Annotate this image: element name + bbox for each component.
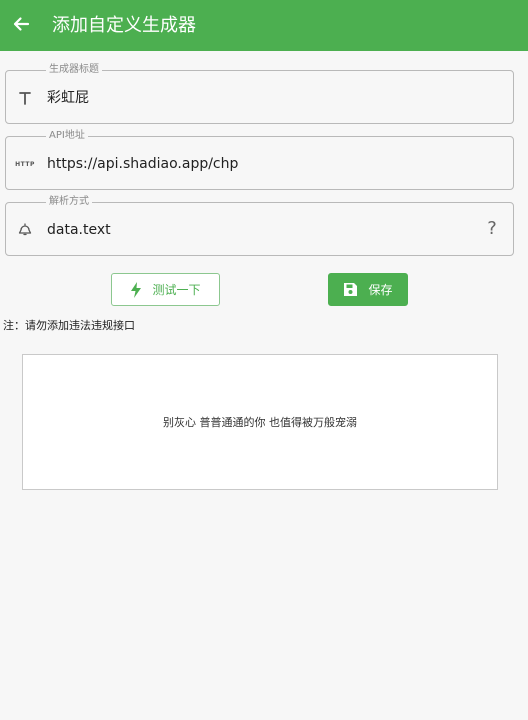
generator-title-input[interactable] — [47, 89, 467, 105]
parse-method-field[interactable]: 解析方式 ? — [5, 196, 514, 256]
api-url-input[interactable] — [47, 156, 467, 172]
save-icon — [343, 282, 358, 297]
app-bar: 添加自定义生成器 — [0, 0, 528, 51]
test-button-label: 测试一下 — [152, 283, 201, 297]
back-button[interactable] — [4, 9, 38, 43]
test-button[interactable]: 测试一下 — [111, 273, 220, 306]
arrow-left-icon — [11, 14, 31, 38]
generator-title-label: 生成器标题 — [46, 64, 102, 76]
flash-icon — [130, 281, 142, 298]
parse-method-label: 解析方式 — [46, 196, 92, 208]
filter-icon — [14, 220, 36, 240]
result-text: 别灰心 普普通通的你 也值得被万般宠溺 — [163, 416, 357, 429]
page-title: 添加自定义生成器 — [52, 15, 196, 36]
result-preview: 别灰心 普普通通的你 也值得被万般宠溺 — [22, 354, 498, 490]
generator-title-field[interactable]: 生成器标题 — [5, 64, 514, 124]
save-button[interactable]: 保存 — [328, 273, 408, 306]
text-format-icon — [14, 88, 36, 108]
help-button[interactable]: ? — [483, 218, 501, 240]
api-url-label: API地址 — [46, 130, 88, 142]
save-button-label: 保存 — [368, 283, 393, 297]
http-icon: HTTP — [15, 160, 35, 168]
warning-note: 注：请勿添加违法违规接口 — [3, 319, 135, 332]
api-url-field[interactable]: API地址 HTTP — [5, 130, 514, 190]
parse-method-input[interactable] — [47, 222, 467, 238]
